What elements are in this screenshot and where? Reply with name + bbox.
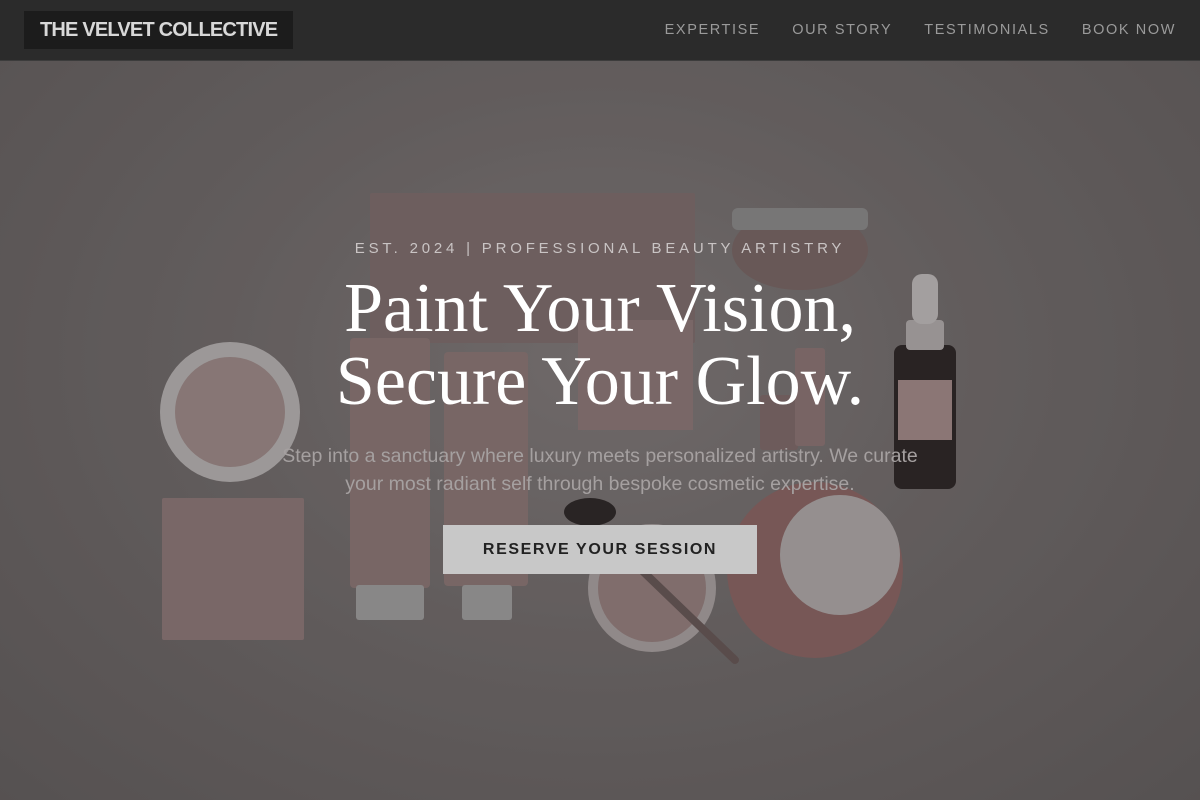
hero-subtitle-line-1: Step into a sanctuary where luxury meets… (282, 445, 918, 467)
hero-tagline: EST. 2024 | PROFESSIONAL BEAUTY ARTISTRY (354, 240, 846, 257)
hero-title: Paint Your Vision, Secure Your Glow. (0, 272, 1200, 418)
hero-subtitle-line-2: your most radiant self through bespoke c… (345, 473, 855, 495)
hero-title-line-2: Secure Your Glow. (335, 343, 865, 420)
hero-title-line-1: Paint Your Vision, (344, 270, 856, 347)
hero-subtitle: Step into a sanctuary where luxury meets… (270, 442, 930, 498)
reserve-session-button[interactable]: RESERVE YOUR SESSION (443, 525, 757, 574)
hero-section: EST. 2024 | PROFESSIONAL BEAUTY ARTISTRY… (0, 0, 1200, 800)
